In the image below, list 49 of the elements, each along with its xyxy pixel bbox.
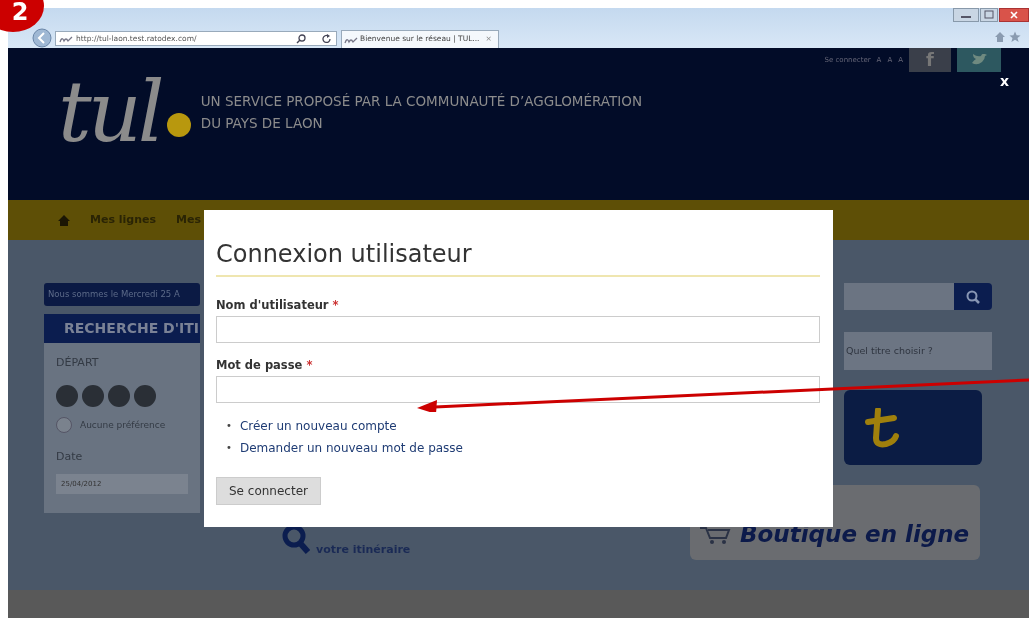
site-logo[interactable]: tul: [58, 70, 161, 154]
twitter-button[interactable]: [957, 48, 1001, 72]
refresh-icon[interactable]: [322, 34, 332, 44]
search-icon[interactable]: [282, 524, 310, 555]
search-icon: [966, 289, 980, 304]
site-tagline: DU PAYS DE LAON: [200, 114, 324, 133]
search-button[interactable]: [954, 283, 992, 310]
minimize-icon[interactable]: [953, 8, 979, 22]
input-field[interactable]: [216, 315, 820, 343]
promo-card[interactable]: [844, 390, 982, 466]
transport-mode-icon[interactable]: [82, 385, 104, 408]
bird-icon: [971, 54, 987, 66]
site-favicon-icon: [59, 35, 73, 43]
list-bullet: •: [226, 440, 232, 455]
radio-button[interactable]: [56, 417, 72, 434]
departure-label: DÉPART: [56, 354, 100, 371]
field-label: Mot de passe *: [216, 356, 313, 374]
login-button[interactable]: Se connecter: [216, 476, 321, 505]
search-icon[interactable]: [296, 34, 306, 44]
shop-title: Boutique en ligne: [740, 523, 970, 547]
home-icon[interactable]: [994, 31, 1006, 43]
dialog-title: Connexion utilisateur: [216, 240, 820, 277]
overlay-close-button[interactable]: x: [1000, 74, 1010, 88]
account-link[interactable]: Demander un nouveau mot de passe: [239, 436, 463, 459]
transport-mode-icon[interactable]: [56, 385, 78, 408]
help-link[interactable]: Quel titre choisir ?: [844, 332, 992, 371]
facebook-button[interactable]: f: [909, 48, 951, 72]
input-field[interactable]: [216, 375, 820, 403]
field-label: Nom d'utilisateur *: [216, 296, 339, 314]
site-favicon-icon: [344, 36, 358, 44]
star-icon[interactable]: [1009, 31, 1021, 43]
list-bullet: •: [226, 418, 232, 433]
maximize-icon[interactable]: [980, 8, 998, 22]
panel-title: RECHERCHE D'ITI: [44, 313, 200, 343]
search-field[interactable]: [844, 283, 954, 310]
account-link[interactable]: Créer un nouveau compte: [239, 414, 397, 437]
back-icon[interactable]: [32, 28, 52, 48]
step-number-badge: 2: [0, 0, 44, 32]
date-banner: Nous sommes le Mercredi 25 A: [44, 283, 200, 306]
date-label: Date: [56, 449, 84, 466]
logo-icon: [864, 408, 900, 449]
home-icon[interactable]: [58, 214, 70, 226]
transport-mode-icon[interactable]: [134, 385, 156, 408]
transport-mode-icon[interactable]: [108, 385, 130, 408]
required-mark: *: [332, 297, 339, 312]
logo-dot-icon: [166, 113, 191, 137]
site-tagline: UN SERVICE PROPOSÉ PAR LA COMMUNAUTÉ D’AGGLOMÉRATION: [200, 92, 642, 111]
required-mark: *: [306, 357, 313, 372]
close-icon[interactable]: [999, 8, 1029, 22]
